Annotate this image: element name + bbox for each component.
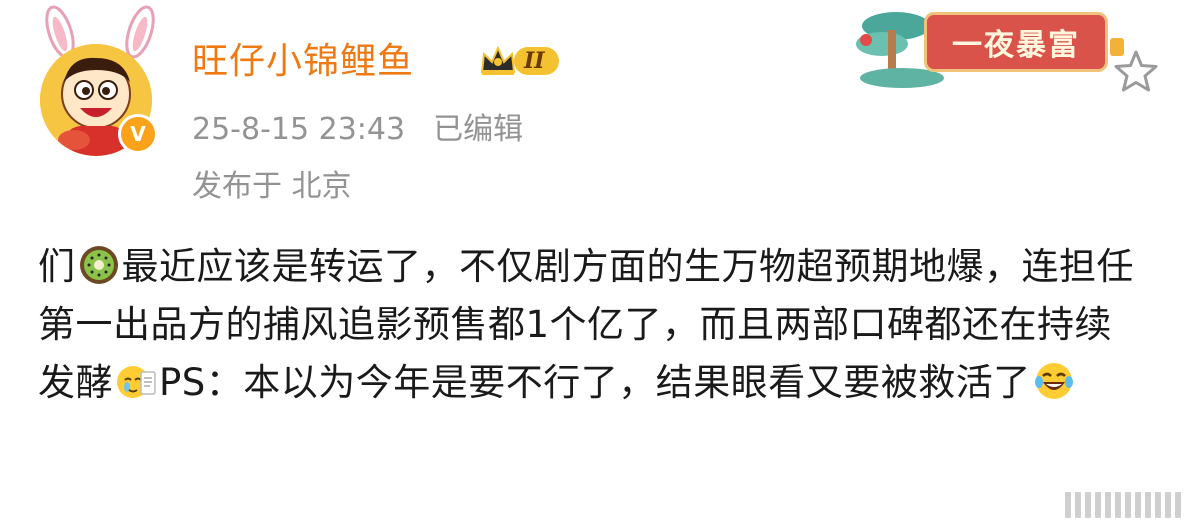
member-level-label: II xyxy=(514,47,559,75)
post-content: 们最近应该是转运了，不仅剧方面的生万物超预期地爆，连担任第一出品方的捕风追影预售… xyxy=(38,238,1148,412)
image-count-bars-icon[interactable] xyxy=(1065,484,1185,522)
verified-badge-icon: V xyxy=(118,114,158,154)
wealth-banner: 一夜暴富 xyxy=(924,12,1108,72)
edited-label[interactable]: 已编辑 xyxy=(433,112,523,147)
wealth-banner-text: 一夜暴富 xyxy=(952,28,1080,63)
kiwi-emoji-icon xyxy=(79,245,118,284)
post-text: PS：本以为今年是要不行了，结果眼看又要被救活了 xyxy=(159,361,1031,404)
crown-icon xyxy=(480,45,516,75)
post-timestamp[interactable]: 25-8-15 23:43 xyxy=(192,112,405,147)
star-icon[interactable] xyxy=(1112,48,1160,96)
username[interactable]: 旺仔小锦鲤鱼 xyxy=(192,40,414,84)
card-decoration: 一夜暴富 xyxy=(852,0,1128,90)
weibo-post: V 旺仔小锦鲤鱼 II 25-8-15 23:43 已编辑 发布于 北京 一夜暴富 xyxy=(0,0,1200,526)
post-text: 们 xyxy=(38,245,76,288)
member-level-badge[interactable]: II xyxy=(478,42,559,80)
post-location: 发布于 北京 xyxy=(192,169,352,204)
tearful-note-emoji-icon xyxy=(117,365,156,398)
laugh-cry-emoji-icon xyxy=(1034,362,1073,399)
post-meta: 25-8-15 23:43 已编辑 xyxy=(192,110,523,150)
avatar[interactable]: V xyxy=(38,4,168,156)
